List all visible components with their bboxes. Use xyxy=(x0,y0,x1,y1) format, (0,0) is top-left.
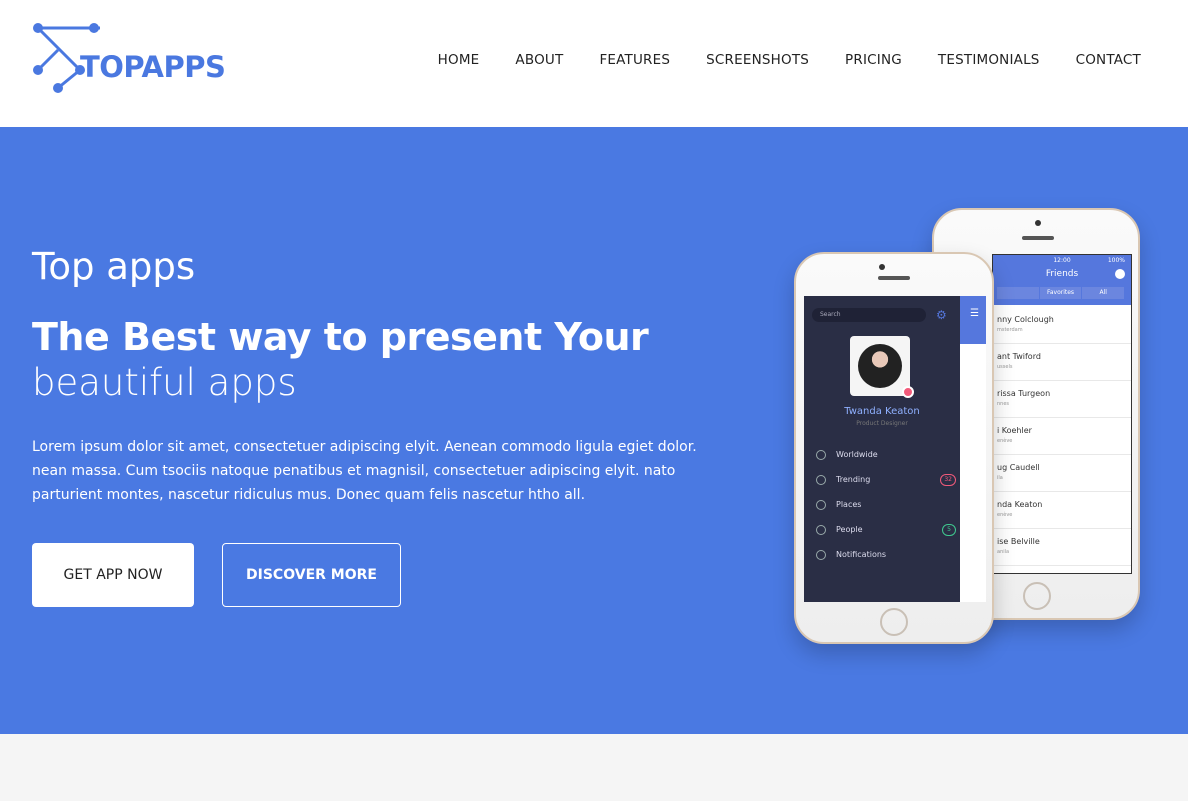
flame-icon xyxy=(816,475,826,485)
hero-title-light: beautiful apps xyxy=(32,361,297,404)
bell-icon xyxy=(816,550,826,560)
speaker-grille xyxy=(878,276,910,280)
friend-city: anila xyxy=(997,549,1010,555)
globe-icon xyxy=(816,450,826,460)
friend-row[interactable]: i Koehler enève xyxy=(993,418,1131,455)
friend-row[interactable]: rissa Turgeon nnes xyxy=(993,381,1131,418)
nav-testimonials[interactable]: TESTIMONIALS xyxy=(938,52,1040,68)
friends-header: 12:00 100% Friends Favorites All xyxy=(993,255,1131,305)
profile-screen: ☰ Search ⚙ Twanda Keaton Product Designe… xyxy=(804,296,986,602)
nav-about[interactable]: ABOUT xyxy=(515,52,563,68)
segment-tab-favorites[interactable]: Favorites xyxy=(1039,287,1083,299)
friend-city: enève xyxy=(997,438,1013,444)
nav-contact[interactable]: CONTACT xyxy=(1076,52,1141,68)
gear-icon[interactable]: ⚙ xyxy=(936,308,947,322)
friends-title: Friends xyxy=(1045,269,1079,279)
hero-description: Lorem ipsum dolor sit amet, consectetuer… xyxy=(32,439,697,503)
nav-home[interactable]: HOME xyxy=(438,52,480,68)
count-badge: 32 xyxy=(940,474,956,486)
main-nav: HOME ABOUT FEATURES SCREENSHOTS PRICING … xyxy=(438,52,1141,68)
friend-name: i Koehler xyxy=(997,426,1032,435)
friend-row[interactable]: ise Belville anila xyxy=(993,529,1131,566)
location-pin-icon xyxy=(816,500,826,510)
logo-text: TOPAPPS xyxy=(80,50,226,84)
friend-city: nnes xyxy=(997,401,1010,407)
friend-city: ila xyxy=(997,475,1003,481)
menu-item-label: Worldwide xyxy=(836,450,878,459)
globe-icon xyxy=(1115,269,1125,279)
menu-item-places[interactable]: Places xyxy=(816,496,956,516)
friend-city: msterdam xyxy=(997,327,1023,333)
menu-item-worldwide[interactable]: Worldwide xyxy=(816,446,956,466)
friend-row[interactable]: nda Keaton enève xyxy=(993,492,1131,529)
count-badge: 5 xyxy=(942,524,956,536)
menu-item-label: People xyxy=(836,525,863,534)
camera-icon xyxy=(1035,220,1041,226)
home-button-icon xyxy=(1023,582,1051,610)
friend-row[interactable]: nny Colclough msterdam xyxy=(993,307,1131,344)
logo[interactable]: TOPAPPS xyxy=(30,20,230,96)
user-name: Twanda Keaton xyxy=(844,406,920,417)
friend-city: enève xyxy=(997,512,1013,518)
menu-item-label: Places xyxy=(836,500,862,509)
nav-features[interactable]: FEATURES xyxy=(599,52,670,68)
nav-pricing[interactable]: PRICING xyxy=(845,52,902,68)
friend-name: nny Colclough xyxy=(997,315,1054,324)
hamburger-menu-icon[interactable]: ☰ xyxy=(970,308,979,319)
menu-item-label: Trending xyxy=(836,475,871,484)
friend-name: nda Keaton xyxy=(997,500,1043,509)
status-battery: 100% xyxy=(1107,257,1125,264)
segment-control: Favorites All xyxy=(997,287,1126,299)
site-header: TOPAPPS HOME ABOUT FEATURES SCREENSHOTS … xyxy=(0,0,1188,127)
menu-item-notifications[interactable]: Notifications xyxy=(816,546,956,566)
discover-more-button[interactable]: DISCOVER MORE xyxy=(222,543,401,607)
friend-city: ussels xyxy=(997,364,1013,370)
person-icon xyxy=(816,525,826,535)
friend-name: ant Twiford xyxy=(997,352,1041,361)
menu-item-label: Notifications xyxy=(836,550,887,559)
hero-subtitle: Top apps xyxy=(32,245,196,288)
speaker-grille xyxy=(1022,236,1054,240)
hero-section: Top apps The Best way to present Your be… xyxy=(0,127,1188,734)
friend-row[interactable]: ug Caudell ila xyxy=(993,455,1131,492)
side-panel-header xyxy=(960,296,986,344)
status-badge xyxy=(902,386,914,398)
camera-icon xyxy=(879,264,885,270)
friends-screen: 12:00 100% Friends Favorites All nny Col… xyxy=(992,254,1132,574)
user-role: Product Designer xyxy=(856,420,908,427)
friend-row[interactable]: ant Twiford ussels xyxy=(993,344,1131,381)
segment-tab-0[interactable] xyxy=(997,287,1040,299)
home-button-icon xyxy=(880,608,908,636)
menu-item-people[interactable]: People 5 xyxy=(816,521,956,541)
friend-name: rissa Turgeon xyxy=(997,389,1051,398)
next-section xyxy=(0,734,1188,801)
search-input[interactable]: Search xyxy=(812,308,926,322)
search-placeholder: Search xyxy=(820,311,841,318)
segment-tab-all[interactable]: All xyxy=(1082,287,1126,299)
nav-screenshots[interactable]: SCREENSHOTS xyxy=(706,52,809,68)
friend-name: ug Caudell xyxy=(997,463,1040,472)
hero-title: The Best way to present Your xyxy=(32,315,649,359)
friend-name: ise Belville xyxy=(997,537,1040,546)
phone-mockup-front: ☰ Search ⚙ Twanda Keaton Product Designe… xyxy=(794,252,994,644)
avatar xyxy=(850,336,910,396)
get-app-button[interactable]: GET APP NOW xyxy=(32,543,194,607)
menu-item-trending[interactable]: Trending 32 xyxy=(816,471,956,491)
